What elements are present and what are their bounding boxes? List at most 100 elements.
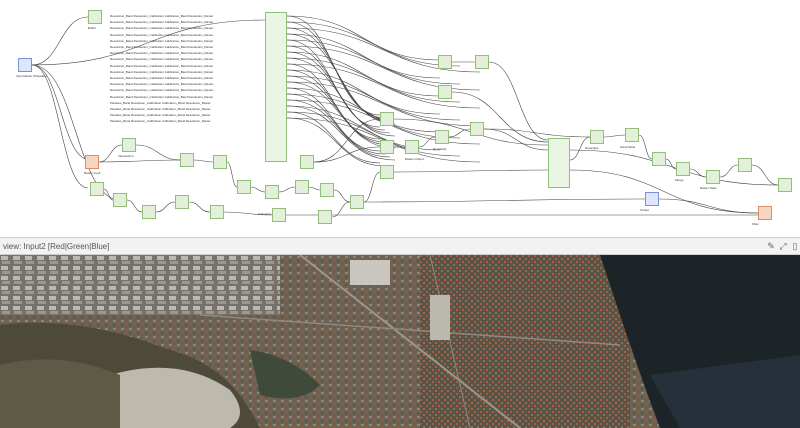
node-a[interactable] bbox=[88, 10, 102, 24]
connection-edge bbox=[286, 93, 386, 155]
connection-edge bbox=[308, 186, 321, 191]
pencil-icon[interactable]: ✎ bbox=[766, 241, 776, 251]
node-r[interactable] bbox=[380, 112, 394, 126]
node-s[interactable] bbox=[380, 140, 394, 154]
expand-icon[interactable]: ⤢ bbox=[778, 241, 788, 251]
calibration-node[interactable] bbox=[265, 12, 287, 162]
attribute-text-line: Resolution_Band Resolution_Calibration.C… bbox=[110, 51, 214, 56]
node-label: Filter bbox=[752, 222, 759, 226]
source-node[interactable] bbox=[18, 58, 32, 72]
connection-edge bbox=[569, 169, 759, 214]
merge-node[interactable] bbox=[548, 138, 570, 188]
connection-edge bbox=[658, 198, 759, 214]
node-l[interactable] bbox=[265, 185, 279, 199]
preview-title: view: Input2 [Red|Green|Blue] bbox=[3, 242, 110, 251]
attribute-text-line: Pleiades_Band Resolution_Calibration.Cal… bbox=[110, 119, 211, 124]
node-h[interactable] bbox=[142, 205, 156, 219]
connection-edge bbox=[31, 64, 89, 189]
connection-edge bbox=[193, 159, 214, 163]
node-aa[interactable] bbox=[590, 130, 604, 144]
connection-edge bbox=[31, 64, 121, 201]
connection-edge bbox=[689, 168, 707, 178]
node-b[interactable] bbox=[122, 138, 136, 152]
node-label: Raster Stats bbox=[700, 186, 717, 190]
attribute-text-line: Pleiades_Band Resolution_Calibration.Cal… bbox=[110, 100, 211, 105]
node-e[interactable] bbox=[237, 180, 251, 194]
satellite-image bbox=[0, 255, 800, 428]
node-label: Merge bbox=[675, 178, 684, 182]
node-v[interactable] bbox=[435, 130, 449, 144]
connection-edge bbox=[363, 198, 646, 203]
connection-edge bbox=[31, 16, 89, 66]
node-label: Resample bbox=[585, 146, 599, 150]
attribute-text-line: Resolution_Band Resolution_Calibration.C… bbox=[110, 57, 214, 62]
source-label: Input Raster (Pleiades) bbox=[16, 74, 47, 78]
connection-edge bbox=[483, 128, 549, 151]
attribute-text-line: Pleiades_Band Resolution_Calibration.Cal… bbox=[110, 107, 211, 111]
node-label: Intersection bbox=[118, 154, 134, 158]
node-p[interactable] bbox=[350, 195, 364, 209]
node-ag[interactable] bbox=[778, 178, 792, 192]
attribute-text-line: Resolution_Band Resolution_Calibration.C… bbox=[110, 76, 214, 80]
output-node[interactable] bbox=[758, 206, 772, 220]
connection-edge bbox=[488, 61, 549, 141]
attribute-text-line: Resolution_Band Resolution_Calibration.C… bbox=[110, 69, 214, 74]
connection-edge bbox=[278, 186, 296, 193]
node-k[interactable] bbox=[272, 208, 286, 222]
connection-edge bbox=[286, 69, 386, 143]
attribute-text-line: Resolution_Band Resolution_Calibration.C… bbox=[110, 82, 214, 87]
connection-edge bbox=[155, 201, 176, 213]
node-w[interactable] bbox=[470, 122, 484, 136]
node-n[interactable] bbox=[320, 183, 334, 197]
node-o[interactable] bbox=[300, 155, 314, 169]
node-label: Raster Input bbox=[84, 171, 101, 175]
connection-edge bbox=[719, 164, 739, 178]
node-t[interactable] bbox=[380, 165, 394, 179]
attribute-text-line: Resolution_Band Resolution_Calibration.C… bbox=[110, 88, 214, 93]
attribute-text-line: Resolution_Band Resolution_Calibration.C… bbox=[110, 20, 214, 25]
node-g[interactable] bbox=[113, 193, 127, 207]
node-c[interactable] bbox=[180, 153, 194, 167]
connection-edge bbox=[313, 146, 381, 163]
node-ae[interactable] bbox=[706, 170, 720, 184]
connection-edge bbox=[188, 201, 211, 213]
connection-edge bbox=[226, 161, 238, 188]
connection-edge bbox=[333, 189, 351, 203]
node-y[interactable] bbox=[438, 85, 452, 99]
attribute-text-line: Resolution_Band Resolution_Calibration.C… bbox=[110, 26, 214, 31]
node-i[interactable] bbox=[175, 195, 189, 209]
node-af[interactable] bbox=[738, 158, 752, 172]
connection-edge bbox=[126, 199, 143, 213]
connection-edge bbox=[250, 186, 266, 193]
node-q[interactable] bbox=[318, 210, 332, 224]
node-u[interactable] bbox=[405, 140, 419, 154]
node-ah[interactable] bbox=[645, 192, 659, 206]
node-ab[interactable] bbox=[625, 128, 639, 142]
connection-edge bbox=[31, 64, 91, 161]
node-label: Zonal Stats bbox=[620, 145, 636, 149]
attribute-text-line: Resolution_Band Resolution_Calibration.C… bbox=[110, 63, 214, 68]
connection-edge bbox=[363, 171, 381, 203]
node-m[interactable] bbox=[295, 180, 309, 194]
connection-edge bbox=[451, 91, 549, 143]
attribute-text-line: Pleiades_Band Resolution_Calibration.Cal… bbox=[110, 113, 211, 118]
node-label: Raster Output bbox=[405, 157, 424, 161]
node-label: Output bbox=[640, 208, 650, 212]
connection-edge bbox=[393, 169, 549, 173]
node-label: Buffer bbox=[88, 26, 96, 30]
node-x[interactable] bbox=[438, 55, 452, 69]
satellite-preview-image[interactable] bbox=[0, 255, 800, 428]
connection-edge bbox=[135, 144, 181, 161]
raster-input-node[interactable] bbox=[85, 155, 99, 169]
node-ad[interactable] bbox=[676, 162, 690, 176]
node-d[interactable] bbox=[213, 155, 227, 169]
node-z[interactable] bbox=[475, 55, 489, 69]
node-j[interactable] bbox=[210, 205, 224, 219]
connection-edge bbox=[98, 159, 181, 163]
node-ac[interactable] bbox=[652, 152, 666, 166]
connection-edge bbox=[603, 134, 626, 138]
node-f[interactable] bbox=[90, 182, 104, 196]
preview-header: view: Input2 [Red|Green|Blue] ✎ ⤢ ▯ bbox=[0, 237, 800, 255]
panel-icon[interactable]: ▯ bbox=[790, 241, 800, 251]
workflow-canvas[interactable]: Resolution_Band Resolution_Calibration.C… bbox=[0, 0, 800, 237]
